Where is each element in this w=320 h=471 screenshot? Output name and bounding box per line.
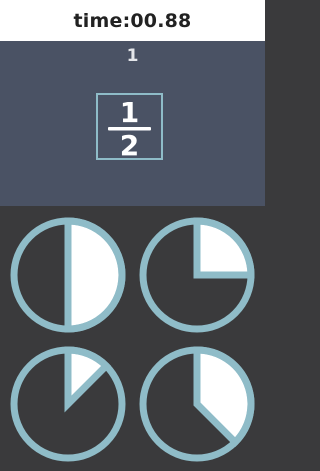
- option-eighth[interactable]: [7, 343, 129, 465]
- pie-slice: [64, 217, 126, 333]
- pie-option-icon: [10, 217, 126, 333]
- question-panel: 1 1 2: [0, 41, 265, 206]
- pie-option-icon: [10, 346, 126, 462]
- pie-option-icon: [139, 346, 255, 462]
- option-quarter[interactable]: [136, 214, 258, 336]
- fraction-denominator: 2: [120, 129, 139, 158]
- header-bar: time:00.88: [0, 0, 265, 41]
- target-fraction: 1 2: [96, 93, 163, 160]
- level-number: 1: [126, 46, 139, 66]
- timer: time:00.88: [73, 9, 192, 32]
- option-half[interactable]: [7, 214, 129, 336]
- fraction-numerator: 1: [120, 96, 139, 129]
- answer-options: [0, 206, 265, 471]
- pie-option-icon: [139, 217, 255, 333]
- option-three-eighths[interactable]: [136, 343, 258, 465]
- fraction-svg: 1 2: [108, 96, 151, 158]
